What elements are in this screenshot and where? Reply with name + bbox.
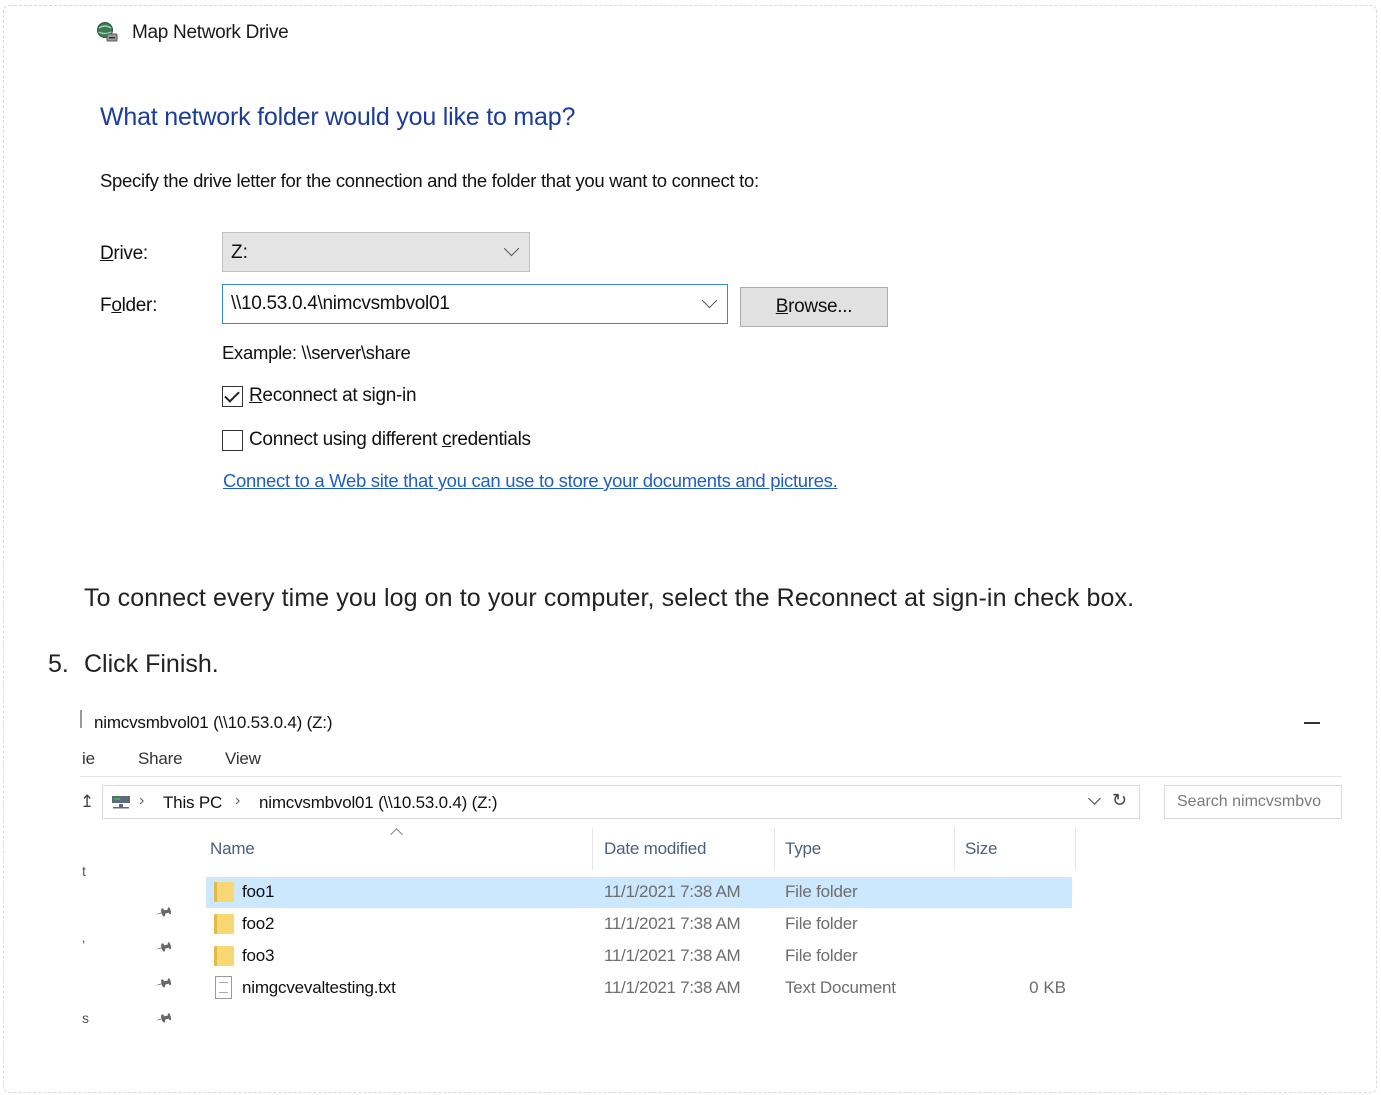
file-date: 11/1/2021 7:38 AM bbox=[604, 946, 741, 965]
file-name: nimgcvevaltesting.txt bbox=[242, 978, 396, 997]
file-size: 0 KB bbox=[1029, 978, 1066, 997]
column-divider[interactable] bbox=[774, 828, 775, 870]
credentials-checkbox[interactable] bbox=[222, 429, 243, 451]
folder-input[interactable]: \\10.53.0.4\nimcvsmbvol01 bbox=[222, 284, 728, 324]
up-arrow-icon[interactable]: ↥ bbox=[80, 792, 94, 812]
folder-icon bbox=[214, 946, 234, 966]
column-header-size[interactable]: Size bbox=[965, 839, 997, 859]
dialog-title: Map Network Drive bbox=[132, 22, 289, 43]
sidebar-fragment: s bbox=[82, 1010, 89, 1026]
pin-icon[interactable]: 🖈 bbox=[152, 899, 177, 928]
minimize-icon[interactable] bbox=[1304, 722, 1320, 724]
folder-label: Folder: bbox=[100, 295, 158, 316]
breadcrumb-separator-icon: › bbox=[235, 792, 241, 809]
folder-icon bbox=[214, 882, 234, 902]
text-file-icon bbox=[215, 976, 232, 999]
step-number: 5. bbox=[48, 650, 69, 678]
file-name: foo1 bbox=[242, 882, 275, 901]
search-placeholder: Search nimcvsmbvo bbox=[1177, 793, 1322, 810]
refresh-icon[interactable]: ↻ bbox=[1112, 790, 1127, 811]
ribbon-divider bbox=[80, 776, 1342, 777]
file-row[interactable]: nimgcvevaltesting.txt 11/1/2021 7:38 AM … bbox=[206, 973, 1072, 1004]
drive-select-value: Z: bbox=[231, 242, 248, 263]
column-header-type[interactable]: Type bbox=[785, 839, 821, 859]
file-row[interactable]: foo1 11/1/2021 7:38 AM File folder bbox=[206, 877, 1072, 908]
file-explorer-window: nimcvsmbvol01 (\\10.53.0.4) (Z:) ie Shar… bbox=[80, 700, 1342, 1040]
search-input[interactable]: Search nimcvsmbvo bbox=[1164, 785, 1342, 819]
column-divider[interactable] bbox=[1075, 828, 1076, 870]
map-network-drive-dialog: Map Network Drive What network folder wo… bbox=[82, 8, 932, 528]
dialog-heading: What network folder would you like to ma… bbox=[100, 103, 576, 131]
dialog-title-bar: Map Network Drive bbox=[82, 8, 932, 64]
ribbon-tab-view[interactable]: View bbox=[225, 749, 261, 769]
dialog-description: Specify the drive letter for the connect… bbox=[100, 170, 759, 191]
pin-icon[interactable]: 🖈 bbox=[152, 1005, 177, 1034]
credentials-option[interactable]: Connect using different credentials bbox=[222, 427, 531, 453]
column-header-name[interactable]: Name bbox=[210, 839, 255, 859]
reconnect-label: Reconnect at sign-in bbox=[249, 385, 417, 406]
file-row[interactable]: foo3 11/1/2021 7:38 AM File folder bbox=[206, 941, 1072, 972]
address-bar[interactable]: › This PC › nimcvsmbvol01 (\\10.53.0.4) … bbox=[102, 785, 1140, 819]
network-drive-icon bbox=[97, 22, 118, 42]
reconnect-instruction: To connect every time you log on to your… bbox=[84, 584, 1135, 612]
file-date: 11/1/2021 7:38 AM bbox=[604, 882, 741, 901]
browse-button[interactable]: Browse... bbox=[740, 287, 888, 327]
step-text: Click Finish. bbox=[84, 650, 219, 678]
reconnect-option[interactable]: Reconnect at sign-in bbox=[222, 383, 417, 409]
drive-label: Drive: bbox=[100, 243, 148, 264]
file-type: Text Document bbox=[785, 978, 896, 997]
file-type: File folder bbox=[785, 882, 858, 901]
credentials-label: Connect using different credentials bbox=[249, 429, 531, 450]
chevron-down-icon[interactable] bbox=[1088, 792, 1101, 805]
file-row[interactable]: foo2 11/1/2021 7:38 AM File folder bbox=[206, 909, 1072, 940]
column-header-date-modified[interactable]: Date modified bbox=[604, 839, 706, 859]
reconnect-checkbox[interactable] bbox=[222, 385, 243, 407]
breadcrumb-drive[interactable]: nimcvsmbvol01 (\\10.53.0.4) (Z:) bbox=[259, 793, 497, 813]
column-divider[interactable] bbox=[954, 828, 955, 870]
drive-select[interactable]: Z: bbox=[222, 232, 530, 272]
explorer-title: nimcvsmbvol01 (\\10.53.0.4) (Z:) bbox=[94, 713, 333, 732]
pin-icon[interactable]: 🖈 bbox=[152, 934, 177, 963]
folder-input-value: \\10.53.0.4\nimcvsmbvol01 bbox=[231, 293, 450, 314]
folder-icon bbox=[214, 914, 234, 934]
column-divider[interactable] bbox=[592, 828, 593, 870]
file-type: File folder bbox=[785, 946, 858, 965]
example-hint: Example: \\server\share bbox=[222, 342, 411, 363]
file-name: foo3 bbox=[242, 946, 275, 965]
chevron-down-icon[interactable] bbox=[701, 292, 718, 309]
sidebar-fragment: ’ bbox=[82, 937, 86, 953]
pin-icon[interactable]: 🖈 bbox=[152, 970, 177, 999]
breadcrumb-separator-icon: › bbox=[139, 792, 145, 809]
connect-website-link[interactable]: Connect to a Web site that you can use t… bbox=[223, 470, 838, 492]
file-date: 11/1/2021 7:38 AM bbox=[604, 914, 741, 933]
ribbon-tab-share[interactable]: Share bbox=[138, 749, 183, 769]
title-divider bbox=[80, 710, 82, 728]
sidebar-fragment: t bbox=[82, 863, 86, 879]
sort-ascending-icon bbox=[390, 828, 403, 841]
file-type: File folder bbox=[785, 914, 858, 933]
ribbon-tab-home[interactable]: ie bbox=[82, 749, 95, 769]
breadcrumb-this-pc[interactable]: This PC bbox=[163, 793, 222, 813]
chevron-down-icon bbox=[503, 240, 520, 257]
file-date: 11/1/2021 7:38 AM bbox=[604, 978, 741, 997]
file-name: foo2 bbox=[242, 914, 275, 933]
network-drive-icon bbox=[112, 796, 130, 809]
